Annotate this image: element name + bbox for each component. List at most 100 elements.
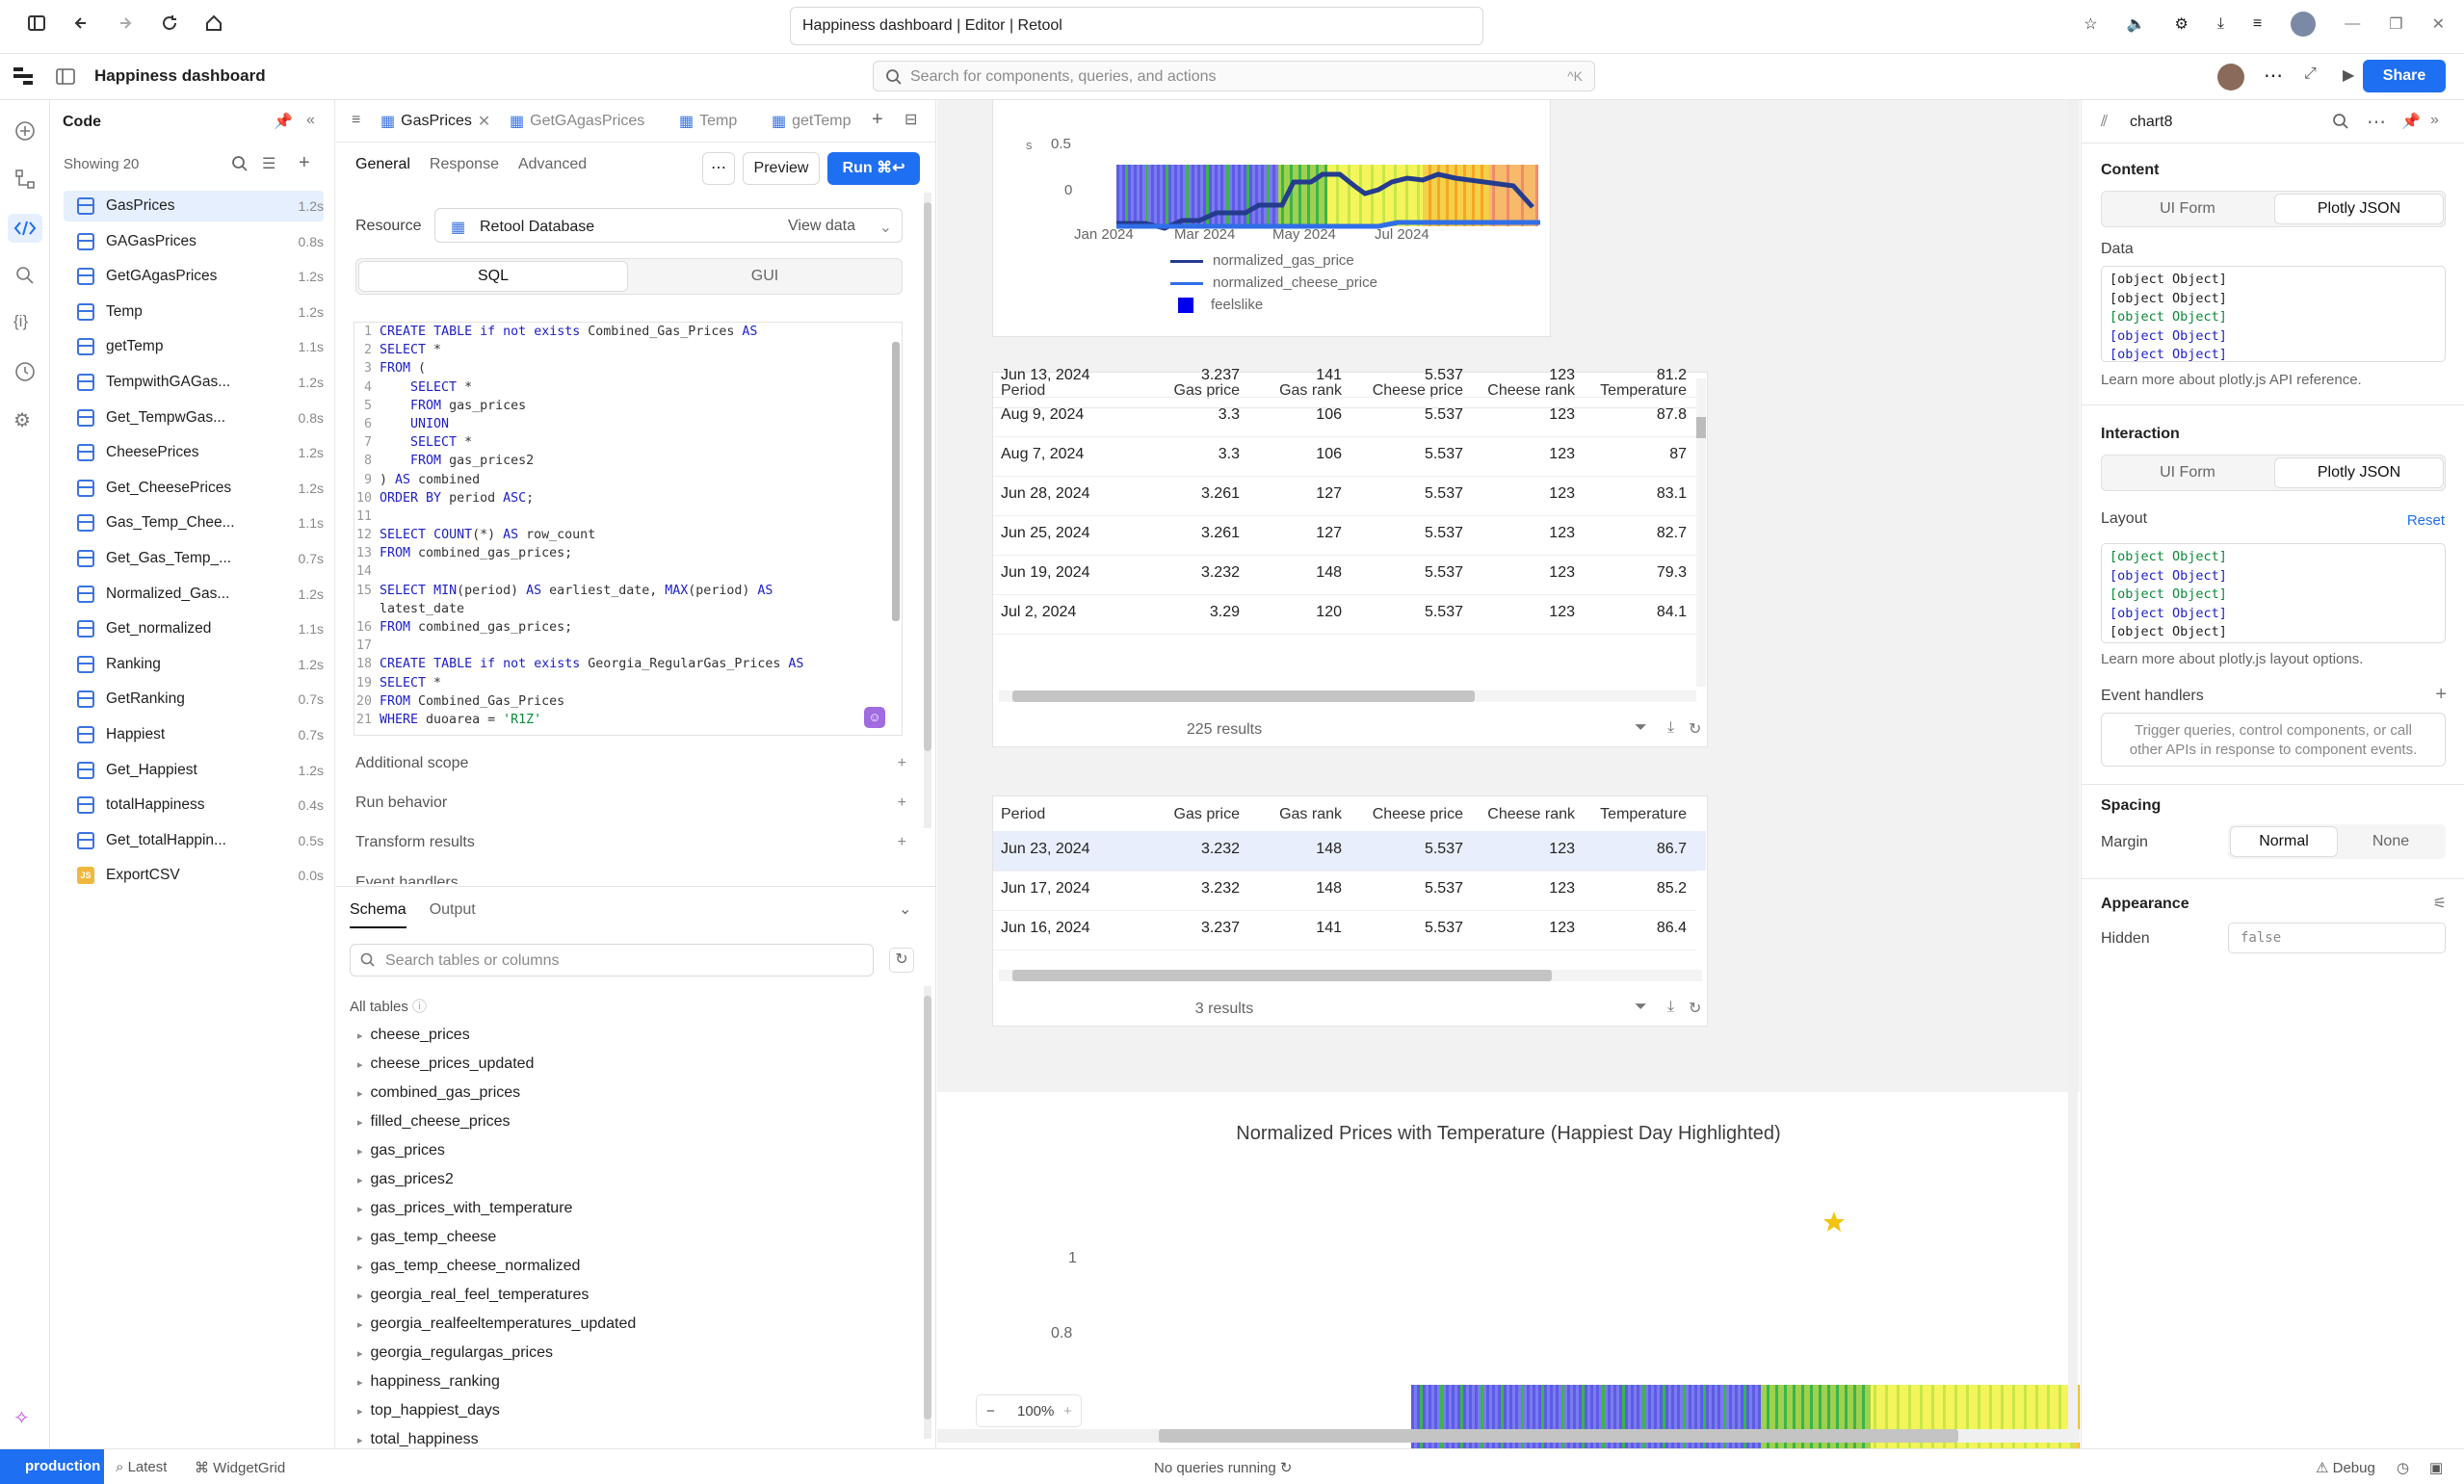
panel-icon[interactable]: ▣: [2429, 1459, 2443, 1476]
table-cell[interactable]: 3.261: [1143, 485, 1240, 503]
table-cell[interactable]: 123: [1479, 920, 1575, 937]
settings-icon[interactable]: ⚙: [13, 408, 37, 431]
tab-gasprices[interactable]: ▦ GasPrices ✕: [380, 112, 490, 131]
table-cell[interactable]: 85.2: [1590, 880, 1687, 898]
happiness-chart-card[interactable]: Normalized Prices with Temperature (Happ…: [937, 1092, 2080, 1448]
table-cell[interactable]: 81.2: [1590, 367, 1687, 384]
pin-icon[interactable]: 📌: [2401, 112, 2421, 131]
state-icon[interactable]: {i}: [13, 312, 37, 335]
table-cell[interactable]: 5.537: [1357, 920, 1463, 937]
query-item[interactable]: Normalized_Gas... 1.2s: [64, 579, 324, 610]
preview-button[interactable]: Preview: [743, 152, 820, 185]
back-icon[interactable]: [71, 13, 91, 33]
download-icon[interactable]: ⤓: [1667, 999, 1674, 1016]
zoom-in-icon[interactable]: +: [1063, 1403, 1072, 1419]
table-cell[interactable]: 123: [1479, 485, 1575, 503]
forward-icon[interactable]: [116, 13, 135, 33]
refresh-icon[interactable]: ↻: [1689, 719, 1701, 739]
subtab-general[interactable]: General: [355, 156, 410, 173]
close-tab-icon[interactable]: ✕: [478, 112, 490, 131]
history-icon[interactable]: [13, 360, 37, 383]
table-cell[interactable]: 3.232: [1143, 841, 1240, 858]
query-item[interactable]: Get_normalized 1.1s: [64, 613, 324, 644]
download-icon[interactable]: ⤓: [2217, 15, 2224, 33]
environment-badge[interactable]: production: [0, 1449, 104, 1484]
table-cell[interactable]: 5.537: [1357, 604, 1463, 621]
query-item[interactable]: JS ExportCSV 0.0s: [64, 860, 324, 891]
filter-icon[interactable]: ☰: [262, 154, 275, 173]
table-cell[interactable]: Jun 23, 2024: [1001, 841, 1116, 858]
table-cell[interactable]: 5.537: [1357, 841, 1463, 858]
subtab-response[interactable]: Response: [430, 156, 499, 173]
retool-logo-icon[interactable]: [13, 67, 35, 85]
ai-chat-icon[interactable]: ☺: [864, 707, 885, 728]
sidebar-toggle-icon[interactable]: [27, 13, 46, 33]
collapse-right-icon[interactable]: »: [2430, 112, 2439, 129]
query-item[interactable]: Get_totalHappin... 0.5s: [64, 825, 324, 856]
schema-table-item[interactable]: happiness_ranking: [357, 1373, 500, 1391]
debug-button[interactable]: ⚠ Debug: [2316, 1459, 2375, 1476]
event-handlers-section[interactable]: Event handlers: [355, 874, 906, 884]
legend-cheese[interactable]: normalized_cheese_price: [1170, 274, 1377, 291]
history-icon[interactable]: ◷: [2397, 1459, 2409, 1476]
menu-icon[interactable]: ≡: [2253, 15, 2262, 33]
appearance-settings-icon[interactable]: ⚟: [2433, 894, 2447, 913]
table-cell[interactable]: Jun 13, 2024: [1001, 367, 1116, 384]
table-cell[interactable]: 87: [1590, 446, 1687, 463]
profile-avatar[interactable]: [2291, 12, 2317, 37]
more-icon[interactable]: ⋯: [2264, 64, 2283, 88]
table-cell[interactable]: 123: [1479, 406, 1575, 424]
refresh-icon[interactable]: ↻: [1280, 1460, 1293, 1476]
table-cell[interactable]: Aug 7, 2024: [1001, 446, 1116, 463]
table-cell[interactable]: 5.537: [1357, 525, 1463, 542]
table-cell[interactable]: 5.537: [1357, 564, 1463, 582]
global-search-input[interactable]: Search for components, queries, and acti…: [873, 61, 1595, 91]
legend-feelslike[interactable]: feelslike: [1170, 297, 1263, 314]
table-cell[interactable]: 5.537: [1357, 880, 1463, 898]
run-button[interactable]: Run ⌘↩: [827, 152, 920, 185]
schema-table-item[interactable]: georgia_real_feel_temperatures: [357, 1287, 590, 1304]
user-avatar[interactable]: [2217, 64, 2244, 91]
table-cell[interactable]: 123: [1479, 446, 1575, 463]
star-icon[interactable]: ☆: [2084, 14, 2097, 34]
filter-icon[interactable]: ⏷: [1635, 719, 1647, 737]
table-cell[interactable]: 5.537: [1357, 367, 1463, 384]
table-cell[interactable]: 106: [1245, 446, 1342, 463]
table-cell[interactable]: Jun 17, 2024: [1001, 880, 1116, 898]
share-button[interactable]: Share: [2363, 60, 2446, 92]
view-data-link[interactable]: View data: [788, 218, 855, 235]
table-cell[interactable]: 127: [1245, 485, 1342, 503]
tab-temp[interactable]: ▦ Temp: [679, 112, 737, 131]
speaker-icon[interactable]: 🔈: [2127, 14, 2146, 34]
schema-table-item[interactable]: cheese_prices_updated: [357, 1055, 535, 1073]
column-header[interactable]: Temperature: [1590, 806, 1687, 823]
query-item[interactable]: totalHappiness 0.4s: [64, 790, 324, 820]
table-cell[interactable]: 3.261: [1143, 525, 1240, 542]
search-queries-icon[interactable]: [231, 155, 249, 172]
query-item[interactable]: Gas_Temp_Chee... 1.1s: [64, 508, 324, 538]
schema-table-item[interactable]: total_happiness: [357, 1431, 479, 1448]
schema-table-item[interactable]: cheese_prices: [357, 1027, 470, 1044]
table1-vscrollbar[interactable]: [1696, 378, 1706, 687]
query-item[interactable]: Get_CheesePrices 1.2s: [64, 473, 324, 504]
zoom-out-icon[interactable]: −: [986, 1403, 995, 1419]
table-cell[interactable]: Jul 2, 2024: [1001, 604, 1116, 621]
event-handlers-empty[interactable]: Trigger queries, control components, or …: [2101, 713, 2446, 767]
panel-toggle-icon[interactable]: [56, 67, 75, 87]
add-event-handler-icon[interactable]: +: [2435, 684, 2447, 706]
tree-icon[interactable]: [13, 168, 37, 191]
tab-getgagasprices[interactable]: ▦ GetGAgasPrices: [510, 112, 644, 131]
sql-mode-button[interactable]: SQL: [359, 262, 627, 291]
schema-search-input[interactable]: Search tables or columns: [350, 944, 874, 976]
table-cell[interactable]: 3.237: [1143, 920, 1240, 937]
schema-table-item[interactable]: gas_prices_with_temperature: [357, 1200, 573, 1217]
collapse-schema-icon[interactable]: ⌄: [899, 899, 911, 919]
transform-results-section[interactable]: Transform results +: [355, 834, 906, 851]
table-cell[interactable]: 106: [1245, 406, 1342, 424]
query-item[interactable]: Get_Happiest 1.2s: [64, 755, 324, 786]
table-cell[interactable]: Jun 16, 2024: [1001, 920, 1116, 937]
expand-icon[interactable]: ⤢: [2304, 65, 2317, 83]
table-cell[interactable]: 83.1: [1590, 485, 1687, 503]
search-rail-icon[interactable]: [13, 264, 37, 287]
table-cell[interactable]: 148: [1245, 564, 1342, 582]
